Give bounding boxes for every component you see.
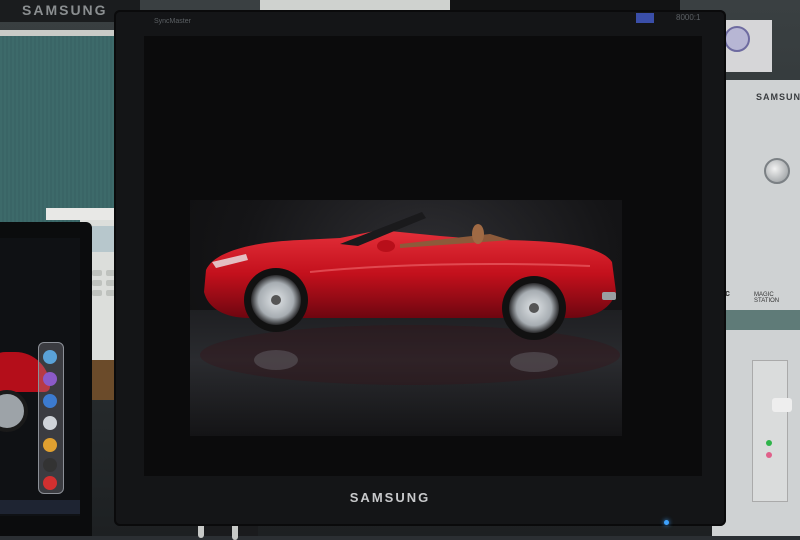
power-icon — [43, 476, 57, 490]
tower-brand: SAMSUNG — [756, 92, 800, 102]
dock-app-icon — [43, 416, 57, 430]
car-exhaust — [602, 292, 616, 300]
monitor-contrast-label: 8000:1 — [676, 13, 701, 22]
dock-app-icon — [43, 458, 57, 472]
phone-key — [92, 280, 102, 286]
car-mirror — [377, 240, 395, 252]
mic-port — [766, 452, 772, 458]
power-indicator-led — [664, 520, 669, 525]
background-object — [450, 0, 680, 10]
tower-magic-station-logo: MAGIC STATION — [754, 292, 780, 304]
dock-app-icon — [43, 350, 57, 364]
audio-port — [766, 440, 772, 446]
disc-icon — [724, 26, 750, 52]
phone-key — [92, 290, 102, 296]
monitor-model-label: SyncMaster — [154, 18, 191, 25]
background-monitor-brand: SAMSUNG — [22, 2, 108, 18]
wheel-reflection — [510, 352, 558, 372]
monitor-brand: SAMSUNG — [349, 490, 431, 505]
laptop-taskbar — [0, 500, 80, 514]
phone-key — [92, 270, 102, 276]
tower-power-button — [764, 158, 790, 184]
usb-plug — [772, 398, 792, 412]
dock-app-icon — [43, 438, 57, 452]
wheel-reflection — [254, 350, 298, 370]
tower-front-panel — [752, 360, 788, 502]
dock-app-icon — [43, 394, 57, 408]
car-seat — [472, 224, 484, 244]
wallpaper-car-image — [200, 212, 620, 385]
monitor-certification-badge — [636, 13, 654, 23]
dock-app-icon — [43, 372, 57, 386]
